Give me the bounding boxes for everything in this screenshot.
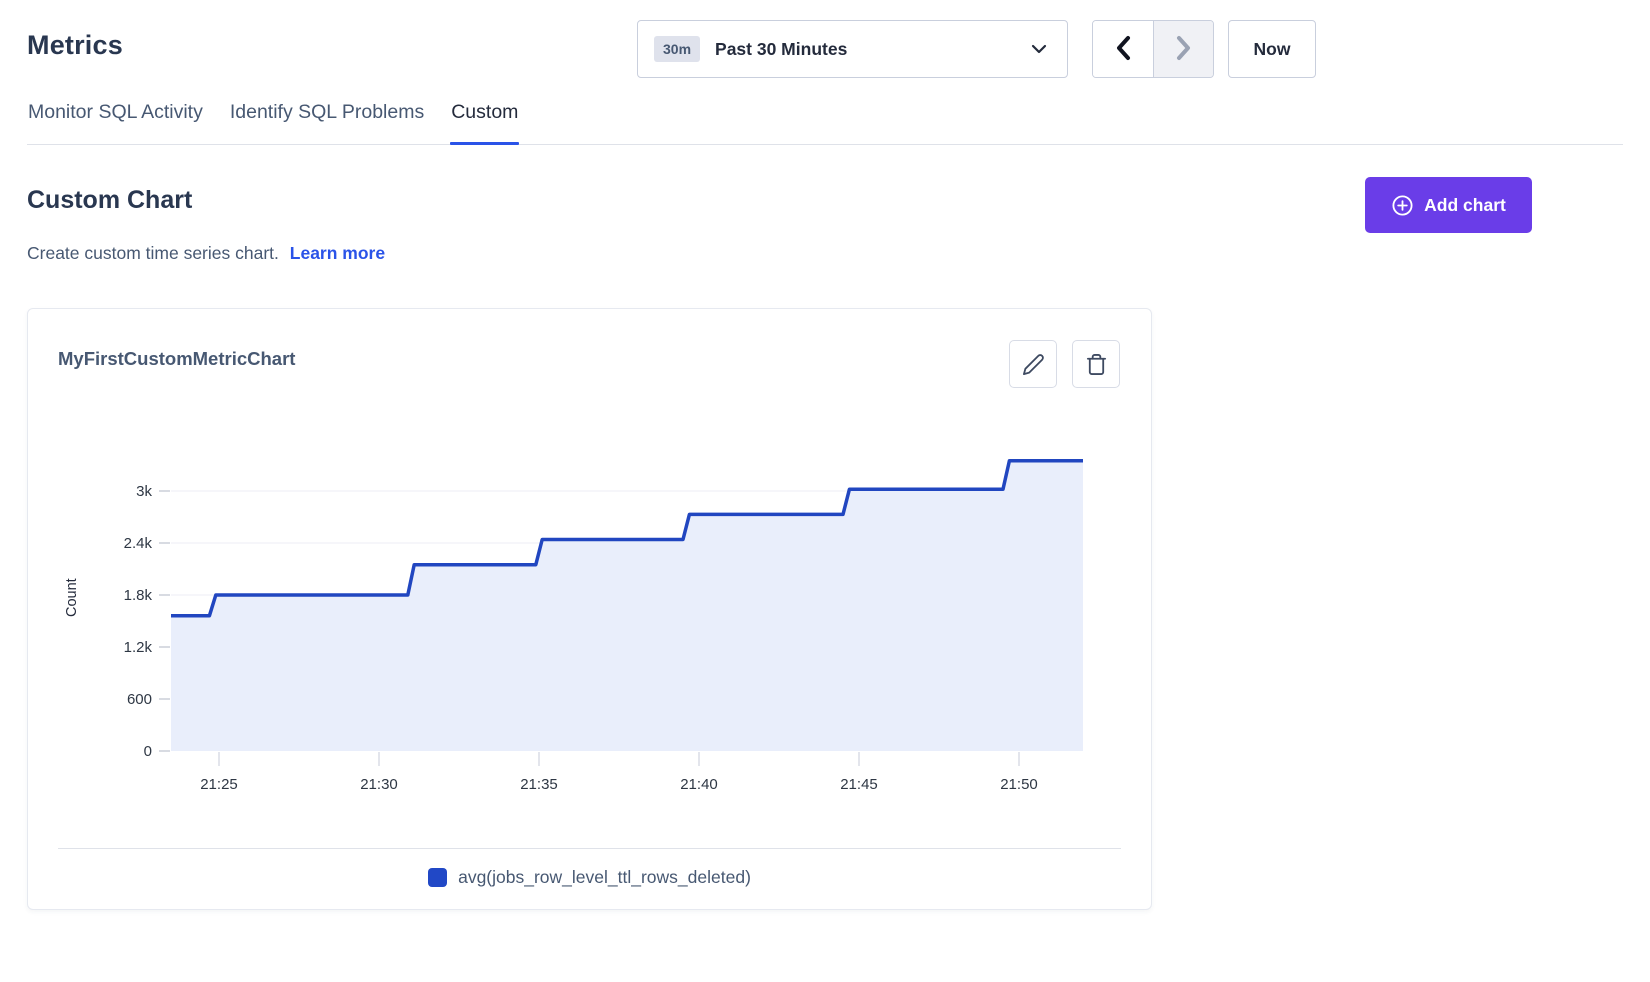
- legend-divider: [58, 848, 1121, 849]
- tabs-bar: Monitor SQL Activity Identify SQL Proble…: [27, 101, 1623, 145]
- y-tick-label: 0: [144, 743, 152, 760]
- y-tick-label: 3k: [136, 483, 152, 500]
- y-tick-label: 600: [127, 691, 152, 708]
- x-tick-label: 21:45: [840, 776, 878, 793]
- tab-custom[interactable]: Custom: [450, 101, 519, 144]
- pencil-icon: [1022, 353, 1045, 376]
- time-range-badge: 30m: [654, 36, 700, 62]
- tab-monitor-sql-activity[interactable]: Monitor SQL Activity: [27, 101, 204, 144]
- chevron-down-icon: [1031, 44, 1047, 54]
- now-button[interactable]: Now: [1228, 20, 1316, 78]
- y-tick-label: 2.4k: [124, 535, 153, 552]
- series-area-fill: [171, 461, 1083, 751]
- prev-time-button[interactable]: [1093, 21, 1153, 77]
- x-tick-label: 21:30: [360, 776, 398, 793]
- page-title: Metrics: [27, 30, 123, 61]
- add-chart-button[interactable]: Add chart: [1365, 177, 1532, 233]
- section-description: Create custom time series chart. Learn m…: [27, 243, 385, 264]
- x-tick-label: 21:50: [1000, 776, 1038, 793]
- tab-identify-sql-problems[interactable]: Identify SQL Problems: [229, 101, 425, 144]
- next-time-button[interactable]: [1153, 21, 1213, 77]
- y-tick-label: 1.2k: [124, 639, 153, 656]
- plus-circle-icon: [1391, 194, 1414, 217]
- x-tick-label: 21:40: [680, 776, 718, 793]
- section-title: Custom Chart: [27, 186, 192, 215]
- delete-chart-button[interactable]: [1072, 340, 1120, 388]
- section-description-text: Create custom time series chart.: [27, 243, 279, 263]
- y-axis-ticks: 0 600 1.2k 1.8k 2.4k 3k: [124, 483, 170, 760]
- x-axis-ticks: 21:25 21:30 21:35 21:40 21:45 21:50: [200, 752, 1038, 793]
- time-series-chart: 06001.2k1.8k2.4k3k21:2521:3021:3521:4021…: [58, 421, 1121, 801]
- legend-label: avg(jobs_row_level_ttl_rows_deleted): [458, 867, 751, 888]
- time-range-label: Past 30 Minutes: [715, 39, 847, 60]
- time-range-dropdown[interactable]: 30m Past 30 Minutes: [637, 20, 1068, 78]
- y-tick-label: 1.8k: [124, 587, 153, 604]
- custom-chart-card: MyFirstCustomMetricChart 0 600 1.2k 1.8k 2.4…: [27, 308, 1152, 910]
- learn-more-link[interactable]: Learn more: [290, 243, 385, 263]
- x-tick-label: 21:25: [200, 776, 238, 793]
- legend-swatch: [428, 868, 447, 887]
- x-tick-label: 21:35: [520, 776, 558, 793]
- trash-icon: [1085, 353, 1108, 376]
- time-nav-group: [1092, 20, 1214, 78]
- edit-chart-button[interactable]: [1009, 340, 1057, 388]
- chart-legend: avg(jobs_row_level_ttl_rows_deleted): [28, 867, 1151, 888]
- time-controls: 30m Past 30 Minutes Now: [637, 20, 1316, 78]
- custom-chart-plot: 06001.2k1.8k2.4k3k21:2521:3021:3521:4021…: [58, 421, 1121, 801]
- chevron-left-icon: [1114, 35, 1132, 64]
- chevron-right-icon: [1175, 35, 1193, 64]
- add-chart-button-label: Add chart: [1424, 195, 1506, 216]
- y-axis-title: Count: [64, 578, 80, 617]
- chart-title: MyFirstCustomMetricChart: [58, 348, 295, 370]
